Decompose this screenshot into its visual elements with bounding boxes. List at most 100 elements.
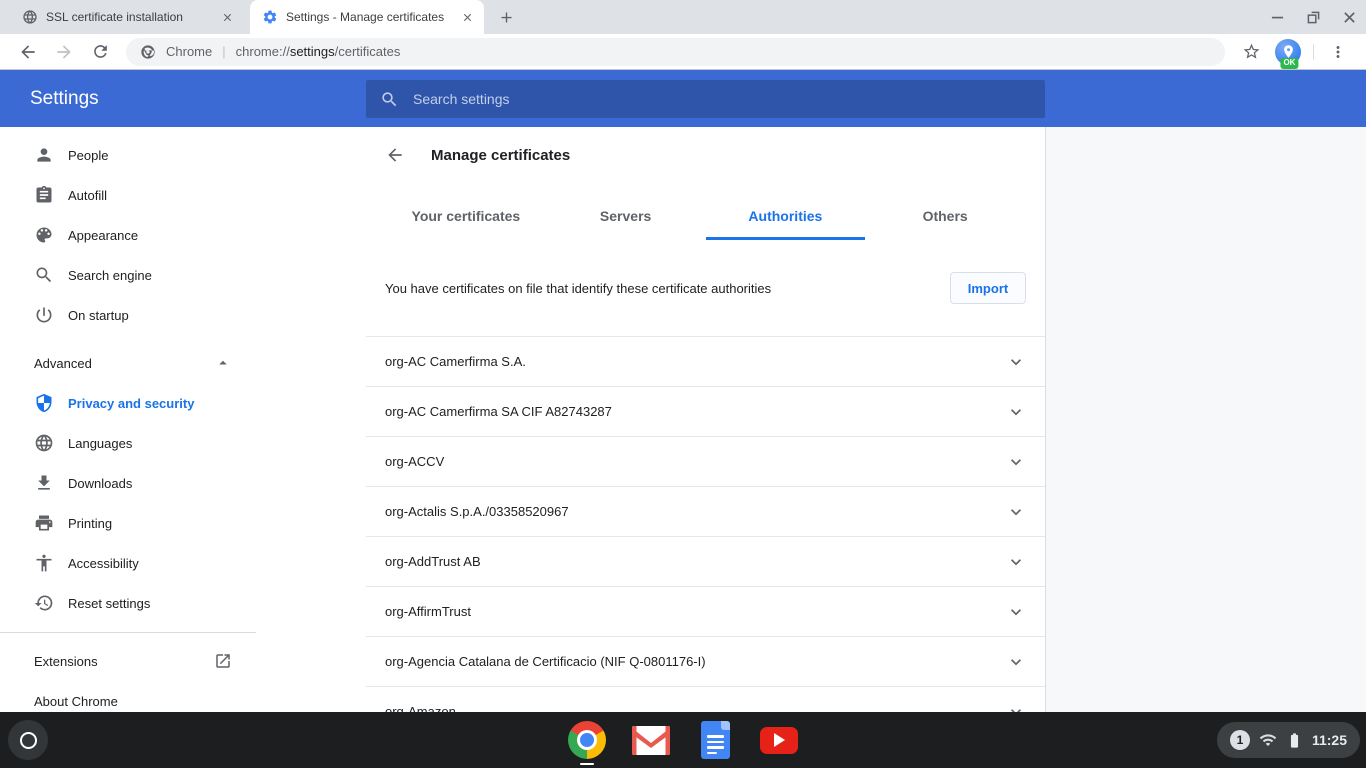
certificate-row[interactable]: org-Amazon — [366, 687, 1045, 712]
chrome-icon — [568, 721, 606, 759]
sidebar-item-label: Reset settings — [68, 596, 150, 611]
sidebar-item-privacy-security[interactable]: Privacy and security — [0, 383, 256, 423]
sidebar-divider — [0, 632, 256, 633]
chevron-down-icon[interactable] — [1006, 502, 1026, 522]
sidebar-item-label: Autofill — [68, 188, 107, 203]
tab-others[interactable]: Others — [865, 200, 1025, 240]
chevron-down-icon[interactable] — [1006, 452, 1026, 472]
sidebar-item-languages[interactable]: Languages — [0, 423, 256, 463]
chevron-down-icon[interactable] — [1006, 702, 1026, 713]
battery-icon — [1286, 732, 1303, 749]
chevron-down-icon[interactable] — [1006, 402, 1026, 422]
sidebar-item-autofill[interactable]: Autofill — [0, 175, 256, 215]
shelf-app-gmail[interactable] — [632, 712, 670, 768]
settings-search[interactable] — [366, 80, 1045, 118]
back-icon[interactable] — [14, 38, 42, 66]
sidebar-item-accessibility[interactable]: Accessibility — [0, 543, 256, 583]
certificate-row[interactable]: org-Agencia Catalana de Certificacio (NI… — [366, 637, 1045, 687]
gear-icon — [262, 9, 278, 25]
chevron-down-icon[interactable] — [1006, 552, 1026, 572]
certificate-row[interactable]: org-ACCV — [366, 437, 1045, 487]
settings-sidebar: People Autofill Appearance Search engine… — [0, 127, 366, 712]
shelf: 1 11:25 — [0, 712, 1366, 768]
certificate-row[interactable]: org-AC Camerfirma SA CIF A82743287 — [366, 387, 1045, 437]
window-controls — [1270, 0, 1356, 34]
authorities-info-row: You have certificates on file that ident… — [366, 240, 1045, 336]
magnifier-icon — [34, 265, 54, 285]
close-icon[interactable] — [1342, 10, 1356, 24]
sidebar-item-label: Privacy and security — [68, 396, 194, 411]
new-tab-button[interactable] — [492, 3, 520, 31]
sidebar-item-reset-settings[interactable]: Reset settings — [0, 583, 256, 623]
download-icon — [34, 473, 54, 493]
sidebar-item-about-chrome[interactable]: About Chrome — [0, 681, 256, 712]
shelf-app-chrome[interactable] — [568, 712, 606, 768]
sidebar-item-label: Accessibility — [68, 556, 139, 571]
chevron-down-icon[interactable] — [1006, 652, 1026, 672]
toolbar-divider — [1313, 44, 1314, 60]
certificate-row[interactable]: org-AC Camerfirma S.A. — [366, 337, 1045, 387]
import-button[interactable]: Import — [950, 272, 1026, 304]
menu-kebab-icon[interactable] — [1324, 38, 1352, 66]
sidebar-item-appearance[interactable]: Appearance — [0, 215, 256, 255]
open-in-new-icon — [214, 652, 232, 670]
advanced-label: Advanced — [34, 356, 92, 371]
running-indicator — [580, 763, 594, 765]
clock: 11:25 — [1312, 732, 1347, 748]
certificate-row[interactable]: org-AffirmTrust — [366, 587, 1045, 637]
browser-tab-ssl[interactable]: SSL certificate installation — [10, 0, 244, 34]
sidebar-item-people[interactable]: People — [0, 135, 256, 175]
browser-tab-settings[interactable]: Settings - Manage certificates — [250, 0, 484, 34]
sidebar-item-label: Appearance — [68, 228, 138, 243]
reload-icon[interactable] — [86, 38, 114, 66]
url-text: chrome://settings/certificates — [236, 44, 401, 59]
sidebar-item-search-engine[interactable]: Search engine — [0, 255, 256, 295]
sidebar-item-downloads[interactable]: Downloads — [0, 463, 256, 503]
tab-title: SSL certificate installation — [46, 10, 210, 24]
launcher-button[interactable] — [8, 720, 48, 760]
shelf-app-youtube[interactable] — [760, 712, 798, 768]
tab-close-icon[interactable] — [458, 8, 476, 26]
clipboard-icon — [34, 185, 54, 205]
history-icon — [34, 593, 54, 613]
certificate-tabs: Your certificates Servers Authorities Ot… — [386, 183, 1025, 240]
manage-certificates-card: Manage certificates Your certificates Se… — [366, 127, 1046, 712]
address-bar[interactable]: Chrome | chrome://settings/certificates — [126, 38, 1225, 66]
sidebar-item-label: Extensions — [34, 654, 98, 669]
status-badge: OK — [1280, 58, 1298, 69]
settings-title: Settings — [30, 70, 99, 127]
globe-icon — [22, 9, 38, 25]
profile-avatar[interactable]: OK — [1275, 39, 1301, 65]
globe-icon — [34, 433, 54, 453]
authorities-description: You have certificates on file that ident… — [385, 281, 934, 296]
certificate-row[interactable]: org-AddTrust AB — [366, 537, 1045, 587]
chromeos-screen: SSL certificate installation Settings - … — [0, 0, 1366, 768]
tab-close-icon[interactable] — [218, 8, 236, 26]
tab-servers[interactable]: Servers — [546, 200, 706, 240]
status-tray[interactable]: 1 11:25 — [1217, 722, 1360, 758]
search-input[interactable] — [411, 90, 1031, 108]
forward-icon[interactable] — [50, 38, 78, 66]
sidebar-item-printing[interactable]: Printing — [0, 503, 256, 543]
url-separator: | — [222, 44, 225, 59]
tab-authorities[interactable]: Authorities — [706, 200, 866, 240]
shelf-app-docs[interactable] — [696, 712, 734, 768]
sidebar-item-extensions[interactable]: Extensions — [0, 641, 256, 681]
sidebar-item-on-startup[interactable]: On startup — [0, 295, 256, 335]
chevron-up-icon — [214, 354, 232, 372]
page-header: Manage certificates — [366, 127, 1045, 183]
sidebar-item-label: About Chrome — [34, 694, 118, 709]
sidebar-item-label: People — [68, 148, 108, 163]
certificate-row[interactable]: org-Actalis S.p.A./03358520967 — [366, 487, 1045, 537]
chevron-down-icon[interactable] — [1006, 602, 1026, 622]
chevron-down-icon[interactable] — [1006, 352, 1026, 372]
minimize-icon[interactable] — [1270, 10, 1284, 24]
back-arrow-icon[interactable] — [385, 145, 405, 165]
tab-your-certificates[interactable]: Your certificates — [386, 200, 546, 240]
wifi-icon — [1259, 731, 1277, 749]
restore-icon[interactable] — [1306, 10, 1320, 24]
notification-count-badge: 1 — [1230, 730, 1250, 750]
sidebar-item-label: Search engine — [68, 268, 152, 283]
bookmark-star-icon[interactable] — [1237, 38, 1265, 66]
sidebar-advanced-toggle[interactable]: Advanced — [0, 343, 256, 383]
